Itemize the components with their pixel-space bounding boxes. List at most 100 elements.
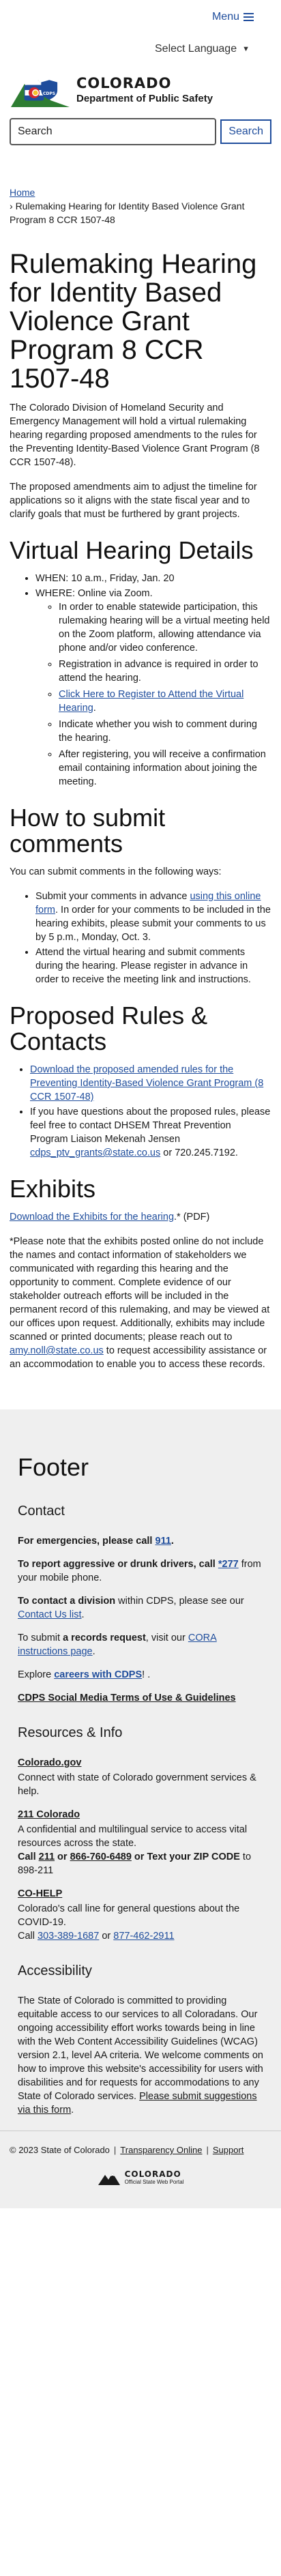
transparency-link[interactable]: Transparency Online bbox=[120, 2145, 202, 2155]
exhibits-note-text: *Please note that the exhibits posted on… bbox=[10, 1236, 270, 1343]
hearing-sub-item: In order to enable statewide participati… bbox=[59, 600, 271, 655]
resource-call: Call bbox=[18, 1852, 39, 1862]
comments-heading: How to submit comments bbox=[10, 804, 166, 858]
main-content: Rulemaking Hearing for Identity Based Vi… bbox=[0, 250, 281, 1371]
hearing-sub-item: After registering, you will receive a co… bbox=[59, 748, 271, 789]
comments-item-text: . In order for your comments to be inclu… bbox=[35, 905, 271, 943]
emergency-911-link[interactable]: 911 bbox=[156, 1536, 171, 1547]
separator: | bbox=[206, 2145, 209, 2155]
records-mid: , visit our bbox=[145, 1633, 188, 1643]
resource-desc: Connect with state of Colorado governmen… bbox=[18, 1772, 256, 1797]
exhibits-email-link[interactable]: amy.noll@state.co.us bbox=[10, 1345, 104, 1356]
resource-desc: A confidential and multilingual service … bbox=[18, 1824, 248, 1849]
menu-label: Menu bbox=[211, 11, 239, 23]
resource-co-help: CO-HELP Colorado's call line for general… bbox=[18, 1887, 263, 1943]
register-link[interactable]: Click Here to Register to Attend the Vir… bbox=[59, 689, 243, 714]
proposed-rules-link[interactable]: Download the proposed amended rules for … bbox=[30, 1064, 263, 1102]
breadcrumb-current: › Rulemaking Hearing for Identity Based … bbox=[10, 199, 271, 226]
site-footer: Footer Contact For emergencies, please c… bbox=[0, 1409, 281, 2208]
division-text: To contact a division bbox=[18, 1596, 116, 1607]
comments-item-text: Submit your comments in advance bbox=[35, 891, 190, 902]
support-link[interactable]: Support bbox=[213, 2145, 244, 2155]
separator: | bbox=[113, 2145, 117, 2155]
portal-subtitle: Official State Web Portal bbox=[124, 2179, 184, 2185]
portal-text: COLORADO Official State Web Portal bbox=[125, 2170, 184, 2186]
exhibits-download: Download the Exhibits for the hearing.* … bbox=[10, 1210, 271, 1224]
211-colorado-link[interactable]: 211 Colorado bbox=[18, 1808, 80, 1821]
state-portal-logo[interactable]: COLORADO Official State Web Portal bbox=[18, 2155, 263, 2191]
site-logo[interactable]: CDPS COLORADO Department of Public Safet… bbox=[0, 64, 281, 109]
top-bar: Menu bbox=[0, 0, 281, 34]
hearing-where-text: WHERE: Online via Zoom. bbox=[35, 588, 153, 599]
footer-title: Footer bbox=[18, 1453, 89, 1481]
exhibits-note: *Please note that the exhibits posted on… bbox=[10, 1235, 271, 1371]
comments-item: Attend the virtual hearing and submit co… bbox=[35, 946, 271, 986]
hearing-sub-list: In order to enable statewide participati… bbox=[35, 600, 271, 789]
hearing-details-list: WHEN: 10 a.m., Friday, Jan. 20 WHERE: On… bbox=[10, 572, 271, 789]
co-help-phone-link[interactable]: 303-389-1687 bbox=[38, 1931, 99, 1942]
emergency-after: . bbox=[171, 1536, 174, 1547]
report-text: To report aggressive or drunk drivers, c… bbox=[18, 1559, 218, 1570]
co-help-alt-phone-link[interactable]: 877-462-2911 bbox=[113, 1931, 174, 1942]
social-media-terms-link[interactable]: CDPS Social Media Terms of Use & Guideli… bbox=[18, 1693, 236, 1703]
resource-call: Call bbox=[18, 1931, 38, 1942]
comments-intro: You can submit comments in the following… bbox=[10, 866, 222, 877]
footer-accessibility-heading: Accessibility bbox=[18, 1963, 92, 1978]
footer-social: CDPS Social Media Terms of Use & Guideli… bbox=[18, 1691, 263, 1705]
division-mid: within CDPS, please see our bbox=[115, 1596, 244, 1607]
contact-phone-text: or 720.245.7192. bbox=[160, 1147, 238, 1158]
footer-records: To submit a records request, visit our C… bbox=[18, 1631, 263, 1658]
site-header: Menu Select Language ▼ CDPS COLORADO Dep… bbox=[0, 0, 281, 147]
logo-brand: COLORADO bbox=[76, 74, 172, 91]
search-button[interactable]: Search bbox=[220, 119, 271, 144]
cdps-logo-icon: CDPS bbox=[11, 80, 70, 107]
intro-paragraph-1: The Colorado Division of Homeland Securi… bbox=[10, 402, 260, 468]
hearing-when: WHEN: 10 a.m., Friday, Jan. 20 bbox=[35, 572, 271, 585]
contact-us-link[interactable]: Contact Us list bbox=[18, 1609, 81, 1620]
resource-211: 211 Colorado A confidential and multilin… bbox=[18, 1808, 263, 1877]
hearing-sub-item: Registration in advance is required in o… bbox=[59, 658, 271, 685]
co-help-link[interactable]: CO-HELP bbox=[18, 1887, 62, 1901]
footer-contact-heading: Contact bbox=[18, 1504, 65, 1519]
proposed-item: If you have questions about the proposed… bbox=[30, 1105, 271, 1160]
search-input[interactable] bbox=[10, 118, 217, 145]
hearing-heading: Virtual Hearing Details bbox=[10, 536, 254, 564]
language-selector[interactable]: Select Language ▼ bbox=[0, 34, 281, 64]
hearing-sub-item: Indicate whether you wish to comment dur… bbox=[59, 718, 271, 745]
accessibility-text: The State of Colorado is committed to pr… bbox=[18, 1995, 263, 2102]
211-alt-phone-link[interactable]: 866-760-6489 bbox=[70, 1852, 132, 1862]
menu-button[interactable]: Menu bbox=[212, 11, 254, 23]
records-bold: a records request bbox=[63, 1633, 146, 1643]
report-277-link[interactable]: *277 bbox=[218, 1559, 239, 1570]
register-after-text: . bbox=[93, 703, 96, 714]
breadcrumb-home-link[interactable]: Home bbox=[10, 187, 35, 198]
comments-item: Submit your comments in advance using th… bbox=[35, 890, 271, 944]
resource-text: or Text your ZIP CODE bbox=[131, 1852, 240, 1862]
comments-list: Submit your comments in advance using th… bbox=[10, 890, 271, 986]
portal-brand: COLORADO bbox=[124, 2169, 181, 2179]
colorado-mountain-icon bbox=[98, 2173, 120, 2185]
careers-link[interactable]: careers with CDPS bbox=[54, 1669, 142, 1680]
breadcrumb-current-label: Rulemaking Hearing for Identity Based Vi… bbox=[10, 201, 245, 225]
breadcrumb-separator: › bbox=[10, 201, 13, 211]
accessibility-statement: The State of Colorado is committed to pr… bbox=[18, 1994, 263, 2117]
resource-colorado-gov: Colorado.gov Connect with state of Color… bbox=[18, 1756, 263, 1798]
colorado-gov-link[interactable]: Colorado.gov bbox=[18, 1756, 81, 1770]
logo-department: Department of Public Safety bbox=[76, 92, 213, 104]
division-after: . bbox=[81, 1609, 85, 1620]
proposed-list: Download the proposed amended rules for … bbox=[10, 1063, 271, 1160]
hamburger-icon bbox=[243, 13, 254, 21]
explore-text: Explore bbox=[18, 1669, 55, 1680]
footer-division: To contact a division within CDPS, pleas… bbox=[18, 1594, 263, 1622]
footer-resources-heading: Resources & Info bbox=[18, 1725, 123, 1740]
contact-email-link[interactable]: cdps_ptv_grants@state.co.us bbox=[30, 1147, 160, 1158]
breadcrumb: Home › Rulemaking Hearing for Identity B… bbox=[0, 147, 281, 226]
logo-text: COLORADO Department of Public Safety bbox=[76, 75, 213, 104]
exhibits-download-after: .* (PDF) bbox=[174, 1212, 210, 1223]
page-title: Rulemaking Hearing for Identity Based Vi… bbox=[10, 249, 257, 394]
211-phone-link[interactable]: 211 bbox=[39, 1852, 55, 1862]
resource-or: or bbox=[55, 1852, 70, 1862]
footer-emergency: For emergencies, please call 911. bbox=[18, 1534, 263, 1548]
exhibits-download-link[interactable]: Download the Exhibits for the hearing bbox=[10, 1212, 174, 1223]
footer-careers: Explore careers with CDPS! . bbox=[18, 1668, 263, 1682]
